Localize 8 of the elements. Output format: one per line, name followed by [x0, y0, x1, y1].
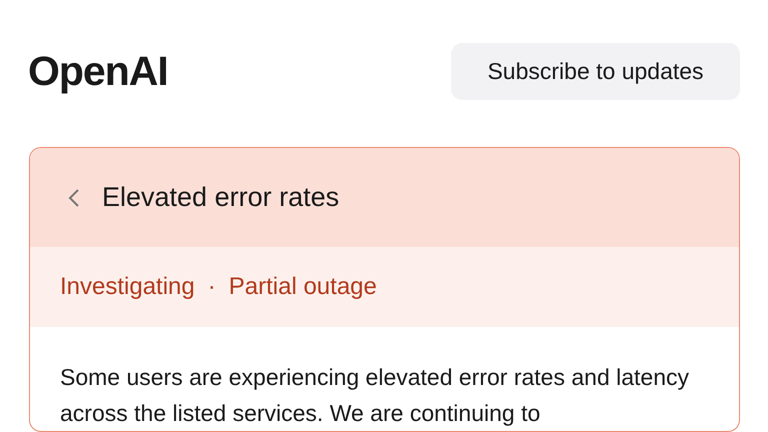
incident-status: Investigating [60, 273, 195, 301]
logo: OpenAI [28, 48, 168, 95]
incident-impact: Partial outage [228, 273, 377, 301]
subscribe-button[interactable]: Subscribe to updates [451, 43, 740, 100]
incident-title: Elevated error rates [102, 182, 340, 213]
back-icon[interactable] [68, 188, 80, 208]
separator-dot: · [208, 273, 216, 301]
incident-description: Some users are experiencing elevated error rates and latency across the listed services. We are continuing to [60, 363, 690, 428]
